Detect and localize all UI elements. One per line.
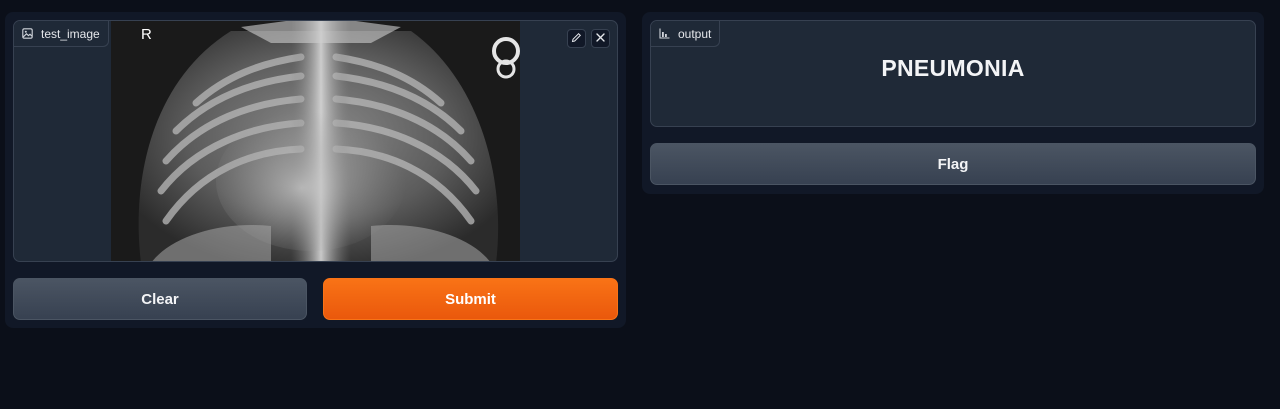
output-label-text: output	[678, 26, 712, 41]
submit-button[interactable]: Submit	[323, 278, 618, 320]
image-side-marker: R	[141, 26, 152, 43]
image-upload-area[interactable]: test_image R	[13, 20, 618, 262]
flag-button[interactable]: Flag	[650, 143, 1256, 185]
close-icon	[595, 30, 606, 48]
output-label: output	[651, 21, 721, 47]
image-input-label-text: test_image	[41, 26, 100, 41]
image-icon	[22, 28, 33, 39]
bar-chart-icon	[659, 28, 670, 39]
pencil-icon	[571, 30, 582, 48]
output-label-area: output PNEUMONIA	[650, 20, 1256, 127]
prediction-text: PNEUMONIA	[881, 55, 1025, 81]
chest-xray-image: R	[111, 21, 520, 261]
output-panel: output PNEUMONIA Flag	[642, 12, 1264, 194]
edit-image-button[interactable]	[567, 29, 586, 48]
input-panel: test_image R Clear Submit	[5, 12, 626, 328]
clear-button[interactable]: Clear	[13, 278, 307, 320]
clear-image-button[interactable]	[591, 29, 610, 48]
image-input-label: test_image	[14, 21, 109, 47]
